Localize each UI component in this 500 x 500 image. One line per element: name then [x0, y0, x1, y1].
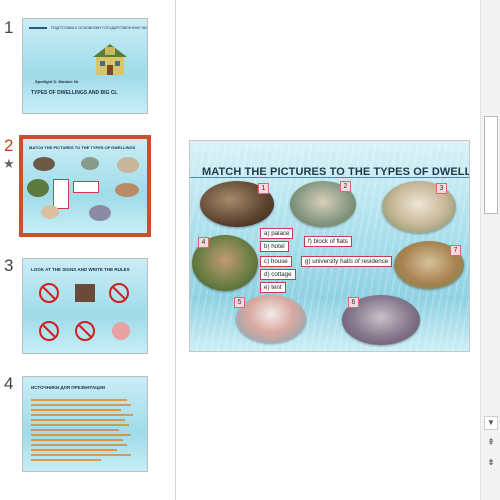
slide-number-2: 2 — [4, 136, 14, 155]
option-block-of-flats[interactable]: f) block of flats — [304, 236, 352, 247]
slide-thumbnail-1[interactable]: ПОДГОТОВКА К ОСНОВНОМУ ГОСУДАРСТВЕННОМУ … — [22, 18, 148, 114]
thumb-1-title: Spotlight D. Module 6b — [35, 79, 79, 84]
number-label-6: 6 — [348, 297, 359, 308]
option-cottage[interactable]: d) cottage — [260, 269, 296, 280]
thumb-header-text: ПОДГОТОВКА К ОСНОВНОМУ ГОСУДАРСТВЕННОМУ … — [51, 26, 147, 30]
thumb-pic — [117, 157, 139, 173]
next-slide-button[interactable]: ⇟ — [484, 456, 498, 470]
thumb-pic — [89, 205, 111, 221]
source-links-lines — [31, 397, 141, 467]
slide-editor-area: MATCH THE PICTURES TO THE TYPES OF DWELL… — [177, 0, 480, 500]
thumb-3-title: LOOK AT THE SIGNS AND WRITE THE RULES — [31, 267, 130, 272]
thumb-4-title: ИСТОЧНИКИ ДЛЯ ПРЕЗЕНТАЦИИ — [31, 385, 106, 390]
option-hotel[interactable]: b) hotel — [260, 241, 289, 252]
thumb-pic — [41, 205, 59, 219]
house-illustration — [89, 41, 131, 77]
thumb-pic — [27, 179, 49, 197]
current-slide[interactable]: MATCH THE PICTURES TO THE TYPES OF DWELL… — [189, 140, 470, 352]
thumb-pic — [33, 157, 55, 171]
slide-thumbnail-pane[interactable]: 1 ПОДГОТОВКА К ОСНОВНОМУ ГОСУДАРСТВЕННОМ… — [0, 0, 176, 500]
option-tent[interactable]: e) tent — [260, 282, 286, 293]
thumb-1-subtitle: TYPES OF DWELLINGS AND BIG CL — [31, 90, 118, 96]
number-label-1: 1 — [258, 183, 269, 194]
slide-thumbnail-4[interactable]: ИСТОЧНИКИ ДЛЯ ПРЕЗЕНТАЦИИ — [22, 376, 148, 472]
slide-number-1: 1 — [4, 18, 14, 37]
number-label-3: 3 — [436, 183, 447, 194]
number-label-4: 4 — [198, 237, 209, 248]
sign-icons-grid — [35, 281, 139, 347]
vertical-scrollbar[interactable]: ▼ ⇞ ⇟ — [480, 0, 500, 500]
previous-slide-button[interactable]: ⇞ — [484, 436, 498, 450]
option-house[interactable]: c) house — [260, 256, 292, 267]
number-label-7: 7 — [450, 245, 461, 256]
thumb-2-title: MATCH THE PICTURES TO THE TYPES OF DWELL… — [29, 145, 136, 150]
picture-block-of-flats — [236, 295, 306, 343]
title-bar-decoration — [29, 27, 47, 29]
title-underline — [190, 177, 469, 178]
option-university-halls[interactable]: g) university halls of residence — [301, 256, 393, 267]
thumb-options — [53, 179, 69, 209]
slide-thumbnail-3[interactable]: LOOK AT THE SIGNS AND WRITE THE RULES — [22, 258, 148, 354]
thumb-options — [73, 181, 99, 193]
thumb-pic — [115, 183, 139, 197]
star-icon: ★ — [3, 156, 15, 171]
scrollbar-thumb[interactable] — [484, 116, 498, 214]
scroll-down-button[interactable]: ▼ — [484, 416, 498, 430]
option-palace[interactable]: a) palace — [260, 228, 294, 239]
powerpoint-app: 1 ПОДГОТОВКА К ОСНОВНОМУ ГОСУДАРСТВЕННОМ… — [0, 0, 500, 500]
thumb-pic — [81, 157, 99, 170]
number-label-5: 5 — [234, 297, 245, 308]
slide-thumbnail-2[interactable]: MATCH THE PICTURES TO THE TYPES OF DWELL… — [19, 135, 151, 237]
slide-number-4: 4 — [4, 374, 14, 393]
slide-number-3: 3 — [4, 256, 14, 275]
number-label-2: 2 — [340, 181, 351, 192]
